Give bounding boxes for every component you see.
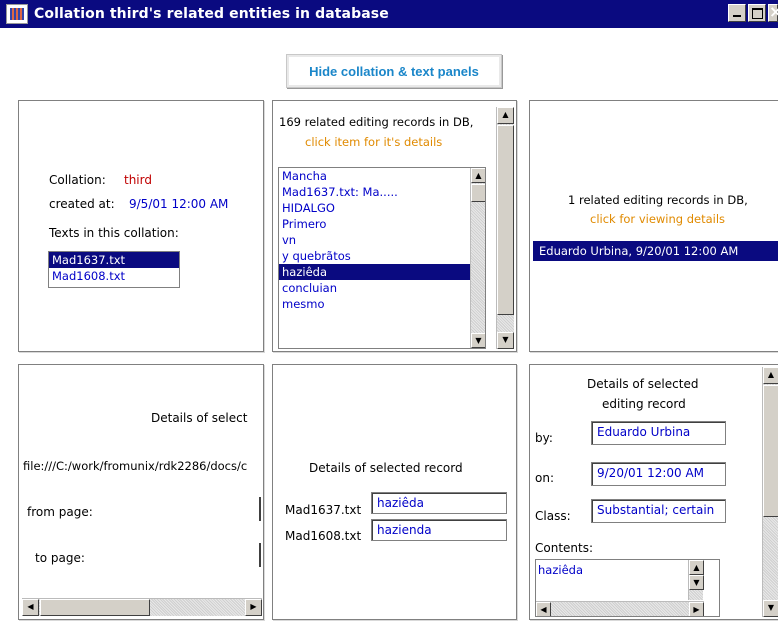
text-details-hscrollbar[interactable]: ◀ ▶ — [22, 598, 262, 616]
texts-label: Texts in this collation: — [49, 226, 179, 240]
record-row-label: Mad1608.txt — [285, 529, 362, 543]
editing-records-list[interactable]: Eduardo Urbina, 9/20/01 12:00 AM — [533, 241, 778, 261]
scroll-up-button[interactable]: ▲ — [471, 168, 485, 183]
file-path: file:///C:/work/fromunix/rdk2286/docs/c — [23, 459, 248, 473]
by-field[interactable]: Eduardo Urbina — [591, 421, 726, 445]
text-details-panel: Details of select file:///C:/work/fromun… — [18, 364, 264, 620]
scroll-left-button[interactable]: ◀ — [22, 599, 39, 616]
editing-count-text: 1 related editing records in DB, — [568, 193, 748, 207]
scroll-down-button[interactable]: ▼ — [763, 600, 778, 617]
window-title: Collation third's related entities in da… — [34, 6, 389, 22]
records-panel-scrollbar[interactable]: ▲ ▼ — [496, 107, 514, 349]
scroll-left-button[interactable]: ◀ — [536, 602, 551, 616]
scroll-thumb[interactable] — [763, 385, 778, 517]
on-field[interactable]: 9/20/01 12:00 AM — [591, 462, 726, 486]
to-page-field[interactable] — [259, 543, 263, 567]
created-value: 9/5/01 12:00 AM — [129, 197, 229, 211]
scroll-up-button[interactable]: ▲ — [689, 560, 704, 575]
title-bar[interactable]: Collation third's related entities in da… — [0, 0, 778, 28]
editing-records-panel: 1 related editing records in DB, click f… — [529, 100, 778, 352]
list-item[interactable]: Eduardo Urbina, 9/20/01 12:00 AM — [533, 241, 778, 261]
contents-label: Contents: — [535, 541, 594, 555]
from-page-label: from page: — [27, 505, 93, 519]
list-item[interactable]: vn — [279, 232, 485, 248]
list-item[interactable]: Mad1608.txt — [49, 268, 179, 284]
scroll-thumb[interactable] — [40, 599, 150, 616]
scroll-right-button[interactable]: ▶ — [689, 602, 704, 616]
close-button[interactable] — [768, 2, 778, 22]
scroll-up-button[interactable]: ▲ — [763, 367, 778, 384]
by-label: by: — [535, 431, 553, 445]
from-page-field[interactable] — [259, 497, 263, 521]
class-label: Class: — [535, 509, 571, 523]
list-item[interactable]: concluian — [279, 280, 485, 296]
list-item[interactable]: HIDALGO — [279, 200, 485, 216]
contents-hscrollbar[interactable]: ◀ ▶ — [536, 601, 704, 616]
to-page-label: to page: — [35, 551, 85, 565]
record-row-value[interactable]: hazienda — [371, 519, 507, 541]
app-icon — [6, 4, 28, 24]
records-hint-text: click item for it's details — [305, 135, 443, 149]
list-item[interactable]: haziêda — [279, 264, 485, 280]
record-row-value[interactable]: haziêda — [371, 492, 507, 514]
records-count-text: 169 related editing records in DB, — [279, 115, 474, 129]
scroll-down-button[interactable]: ▼ — [497, 332, 514, 349]
contents-vscrollbar[interactable]: ▲ ▼ — [688, 560, 704, 600]
collation-panel: Collation: third created at: 9/5/01 12:0… — [18, 100, 264, 352]
scroll-thumb[interactable] — [471, 184, 485, 202]
maximize-button[interactable] — [748, 4, 766, 22]
records-list[interactable]: Mancha Mad1637.txt: Ma..... HIDALGO Prim… — [278, 167, 486, 349]
editing-details-title-line1: Details of selected — [587, 377, 699, 391]
list-item[interactable]: y quebrãtos — [279, 248, 485, 264]
scroll-right-button[interactable]: ▶ — [245, 599, 262, 616]
collation-name: third — [124, 173, 152, 187]
list-item[interactable]: mesmo — [279, 296, 485, 312]
created-label: created at: — [49, 197, 115, 211]
texts-list[interactable]: Mad1637.txt Mad1608.txt — [48, 251, 180, 288]
class-field[interactable]: Substantial; certain — [591, 499, 726, 523]
hide-panels-button[interactable]: Hide collation & text panels — [286, 54, 502, 88]
related-records-panel: 169 related editing records in DB, click… — [272, 100, 517, 352]
record-details-panel: Details of selected record Mad1637.txt h… — [272, 364, 517, 620]
record-details-title: Details of selected record — [309, 461, 463, 475]
list-item[interactable]: Mad1637.txt: Ma..... — [279, 184, 485, 200]
collation-label: Collation: — [49, 173, 106, 187]
editing-details-vscrollbar[interactable]: ▲ ▼ — [762, 367, 778, 617]
list-item[interactable]: Mancha — [279, 168, 485, 184]
editing-hint-text: click for viewing details — [590, 212, 726, 226]
scroll-down-button[interactable]: ▼ — [471, 333, 485, 348]
list-item[interactable]: Mad1637.txt — [49, 252, 179, 268]
record-row-label: Mad1637.txt — [285, 503, 362, 517]
scroll-thumb[interactable] — [497, 125, 514, 315]
scroll-up-button[interactable]: ▲ — [497, 107, 514, 124]
editing-details-panel: Details of selected editing record by: E… — [529, 364, 778, 620]
text-details-title: Details of select — [151, 411, 248, 425]
editing-details-title-line2: editing record — [602, 397, 686, 411]
on-label: on: — [535, 471, 554, 485]
records-list-scrollbar[interactable]: ▲ ▼ — [470, 168, 485, 348]
list-item[interactable]: Primero — [279, 216, 485, 232]
minimize-button[interactable] — [728, 4, 746, 22]
window-controls — [726, 2, 778, 22]
scroll-down-button[interactable]: ▼ — [689, 575, 704, 590]
contents-textarea[interactable]: haziêda ▲ ▼ ◀ ▶ — [535, 559, 720, 617]
